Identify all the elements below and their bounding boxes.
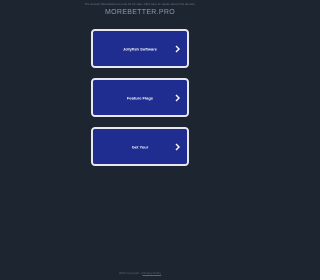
chevron-right-icon [175,143,180,150]
domain-title: MOREBETTER.PRO [105,9,175,16]
copyright-text: 2025 Copyright. [118,271,141,275]
link-label: Jellyfish Software [122,46,157,51]
related-links-list: Jellyfish Software Feature Flags Get You… [91,29,189,176]
chevron-right-icon [175,94,180,101]
footer: 2025 Copyright. | Privacy Policy [0,271,280,275]
link-label: Get Your [131,144,149,149]
sale-notice-link[interactable]: The domain Morebetter.pro may be for sal… [0,2,280,6]
privacy-policy-link[interactable]: Privacy Policy [142,271,161,275]
link-get-your[interactable]: Get Your [91,127,189,166]
link-feature-flags[interactable]: Feature Flags [91,78,189,117]
chevron-right-icon [175,45,180,52]
link-jellyfish-software[interactable]: Jellyfish Software [91,29,189,68]
link-label: Feature Flags [126,95,153,100]
